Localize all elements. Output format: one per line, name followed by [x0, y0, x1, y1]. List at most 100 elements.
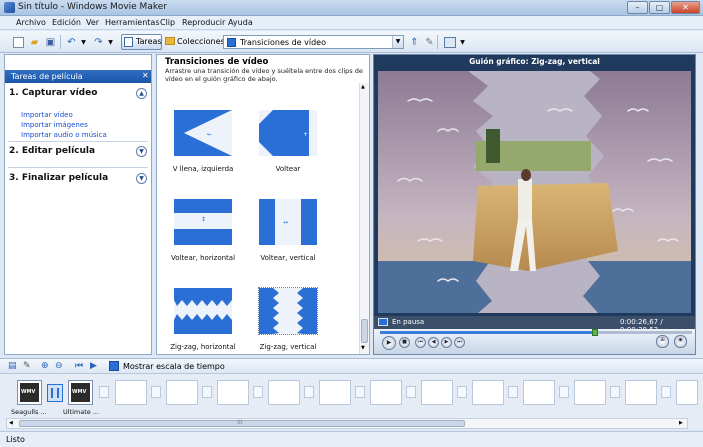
task-section-capture[interactable]: 1. Capturar vídeo: [9, 88, 147, 98]
narration-microphone-icon[interactable]: ✎: [23, 361, 31, 371]
transition-flip-horizontal[interactable]: ↕: [174, 199, 232, 245]
empty-transition-slot[interactable]: [457, 386, 467, 398]
seek-handle[interactable]: [592, 329, 599, 336]
empty-clip-slot[interactable]: [472, 380, 504, 405]
zigzag-transition-slot[interactable]: [47, 384, 63, 402]
tasks-button[interactable]: Tareas: [121, 34, 162, 50]
undo-dropdown-icon[interactable]: ▼: [78, 37, 89, 48]
empty-clip-slot[interactable]: [115, 380, 147, 405]
empty-clip-slot[interactable]: [217, 380, 249, 405]
empty-transition-slot[interactable]: [661, 386, 671, 398]
empty-transition-slot[interactable]: [202, 386, 212, 398]
open-folder-icon[interactable]: ▰: [29, 37, 40, 48]
menu-ayuda[interactable]: Ayuda: [228, 18, 253, 27]
new-folder-icon[interactable]: ✎: [424, 37, 435, 48]
storyboard-view-icon[interactable]: ▤: [8, 361, 17, 371]
empty-clip-slot[interactable]: [421, 380, 453, 405]
empty-clip-slot[interactable]: [319, 380, 351, 405]
scroll-thumb[interactable]: [361, 319, 368, 343]
show-timeline-button[interactable]: Mostrar escala de tiempo: [123, 362, 225, 371]
task-section-finish[interactable]: 3. Finalizar película: [9, 173, 147, 183]
transition-zigzag-vertical[interactable]: [258, 287, 318, 335]
task-link-import-images[interactable]: Importar imágenes: [21, 121, 88, 129]
redo-icon[interactable]: ↷: [93, 37, 104, 48]
empty-clip-slot[interactable]: [166, 380, 198, 405]
transition-v-fill-left[interactable]: ←: [174, 110, 232, 156]
menu-archivo[interactable]: Archivo: [16, 18, 46, 27]
storyboard-clip[interactable]: WMV: [17, 380, 42, 405]
undo-icon[interactable]: ↶: [66, 37, 77, 48]
transition-zigzag-horizontal[interactable]: [174, 288, 232, 334]
expand-icon[interactable]: ▼: [136, 173, 147, 184]
zoom-out-icon[interactable]: ⊖: [55, 361, 63, 371]
empty-transition-slot[interactable]: [304, 386, 314, 398]
empty-clip-slot[interactable]: [523, 380, 555, 405]
scroll-thumb[interactable]: ⁞⁞⁞: [19, 419, 465, 427]
empty-transition-slot[interactable]: [559, 386, 569, 398]
rewind-storyboard-icon[interactable]: ⏮: [75, 361, 83, 371]
snapshot-icon[interactable]: ◉: [674, 335, 687, 348]
zoom-in-icon[interactable]: ⊕: [41, 361, 49, 371]
collections-button-label: Colecciones: [177, 37, 225, 46]
next-frame-icon[interactable]: ⏭: [454, 337, 465, 348]
redo-dropdown-icon[interactable]: ▼: [105, 37, 116, 48]
empty-transition-slot[interactable]: [253, 386, 263, 398]
save-icon[interactable]: ▣: [45, 37, 56, 48]
empty-transition-slot[interactable]: [355, 386, 365, 398]
chevron-down-icon[interactable]: ▼: [392, 36, 403, 48]
transition-flip[interactable]: +: [259, 110, 317, 156]
close-button[interactable]: ✕: [671, 1, 700, 14]
tasks-button-label: Tareas: [136, 37, 162, 46]
split-clip-icon[interactable]: ⊞: [656, 335, 669, 348]
menu-herramientas[interactable]: Herramientas: [105, 18, 160, 27]
storyboard-clip[interactable]: WMV: [68, 380, 93, 405]
expand-icon[interactable]: ▼: [136, 146, 147, 157]
minimize-button[interactable]: –: [627, 1, 648, 14]
empty-clip-slot[interactable]: [268, 380, 300, 405]
seek-bar[interactable]: [380, 329, 692, 336]
maximize-button[interactable]: ▢: [649, 1, 670, 14]
task-link-import-video[interactable]: Importar vídeo: [21, 111, 73, 119]
empty-clip-slot[interactable]: [676, 380, 698, 405]
menu-clip[interactable]: Clip: [160, 18, 175, 27]
close-icon[interactable]: ✕: [142, 71, 149, 80]
collection-scrollbar[interactable]: ▲ ▼: [359, 83, 369, 354]
task-link-import-audio[interactable]: Importar audio o música: [21, 131, 107, 139]
stop-icon[interactable]: ■: [399, 337, 410, 348]
empty-clip-slot[interactable]: [574, 380, 606, 405]
playback-controls: ▶ ■ ⏮ ◀ ▶ ⏭ ⊞ ◉: [374, 329, 695, 354]
empty-transition-slot[interactable]: [610, 386, 620, 398]
up-level-icon[interactable]: ⇑: [409, 37, 420, 48]
rewind-icon[interactable]: ◀: [428, 337, 439, 348]
menu-edicion[interactable]: Edición: [52, 18, 81, 27]
task-section-edit[interactable]: 2. Editar película: [9, 146, 147, 156]
transitions-icon: [227, 38, 236, 47]
empty-transition-slot[interactable]: [508, 386, 518, 398]
play-storyboard-icon[interactable]: ▶: [90, 361, 97, 371]
forward-icon[interactable]: ▶: [441, 337, 452, 348]
empty-clip-slot[interactable]: [625, 380, 657, 405]
collections-button[interactable]: Colecciones: [164, 34, 225, 50]
views-dropdown-icon[interactable]: ▼: [457, 37, 468, 48]
transition-flip-vertical[interactable]: ↔: [259, 199, 317, 245]
status-bar: Listo: [0, 431, 703, 447]
collection-select[interactable]: Transiciones de vídeo ▼: [223, 35, 404, 49]
scroll-left-icon[interactable]: ◀: [9, 420, 13, 426]
previous-frame-icon[interactable]: ⏮: [415, 337, 426, 348]
empty-transition-slot[interactable]: [151, 386, 161, 398]
views-icon[interactable]: [444, 37, 456, 48]
empty-transition-slot[interactable]: [99, 386, 109, 398]
menu-ver[interactable]: Ver: [86, 18, 99, 27]
collapse-icon[interactable]: ▲: [136, 88, 147, 99]
menu-reproducir[interactable]: Reproducir: [182, 18, 225, 27]
clip-badge: WMV: [21, 389, 36, 395]
storyboard-scrollbar[interactable]: ◀ ⁞⁞⁞ ▶: [6, 418, 688, 429]
scroll-right-icon[interactable]: ▶: [679, 420, 683, 426]
empty-transition-slot[interactable]: [406, 386, 416, 398]
preview-title: Guión gráfico: Zig-zag, vertical: [469, 57, 600, 66]
play-icon[interactable]: ▶: [382, 336, 396, 350]
empty-clip-slot[interactable]: [370, 380, 402, 405]
scroll-down-icon[interactable]: ▼: [361, 345, 365, 351]
scroll-up-icon[interactable]: ▲: [361, 84, 365, 90]
new-project-icon[interactable]: [13, 37, 24, 48]
